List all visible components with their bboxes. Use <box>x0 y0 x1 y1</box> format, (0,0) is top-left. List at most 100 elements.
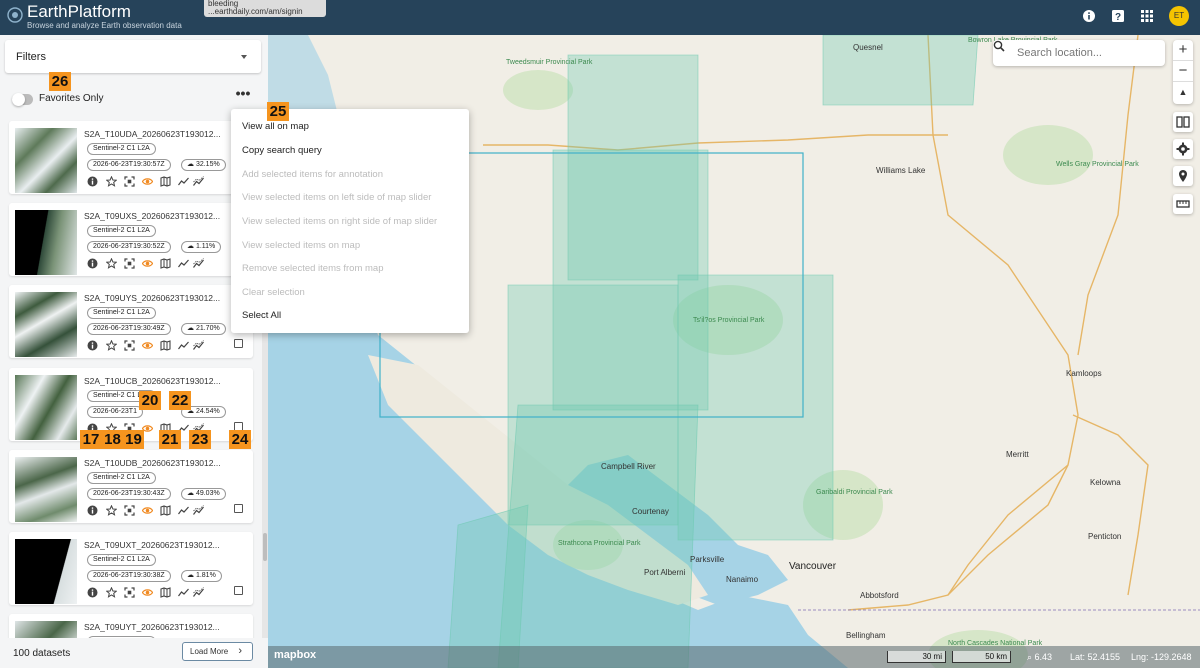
badge-23: 23 <box>189 430 211 449</box>
result-thumbnail[interactable] <box>15 457 77 522</box>
result-card[interactable]: S2A_T09UXT_20260623T193012... Sentinel-2 … <box>9 532 253 605</box>
chart-line-icon[interactable] <box>178 258 189 269</box>
chart-compare-icon[interactable] <box>193 258 204 269</box>
chart-line-icon[interactable] <box>178 340 189 351</box>
result-thumbnail[interactable] <box>15 128 77 193</box>
dataset-count: 100 datasets <box>13 648 71 659</box>
map-icon[interactable] <box>160 340 171 351</box>
star-icon[interactable] <box>106 258 117 269</box>
badge-17: 17 <box>80 430 102 449</box>
settings-button[interactable] <box>1173 139 1193 159</box>
cloud-cover-value: 24.54% <box>195 408 220 415</box>
eye-icon[interactable] <box>142 258 153 269</box>
location-search[interactable] <box>993 40 1165 66</box>
info-icon[interactable] <box>87 258 98 269</box>
menu-item-view-selected-items-on-right-side-of-map-slider: View selected items on right side of map… <box>242 216 438 227</box>
result-thumbnail[interactable] <box>15 539 77 604</box>
result-title: S2A_T09UXT_20260623T193012... <box>84 540 220 550</box>
user-avatar[interactable]: ET <box>1169 6 1189 26</box>
info-icon[interactable] <box>87 176 98 187</box>
latitude-readout: Lat: 52.4155 <box>1070 652 1121 662</box>
scrollbar-thumb[interactable] <box>263 533 267 561</box>
map-icon[interactable] <box>160 587 171 598</box>
result-card[interactable]: S2A_T09UYT_20260623T193012...Sentinel-2 … <box>9 614 253 638</box>
map-label-garibaldi: Garibaldi Provincial Park <box>816 489 893 496</box>
load-more-label: Load More <box>190 647 229 656</box>
apps-grid-icon[interactable] <box>1140 9 1154 23</box>
info-icon[interactable] <box>87 340 98 351</box>
star-icon[interactable] <box>106 176 117 187</box>
map-label-williams-lake: Williams Lake <box>876 166 926 175</box>
measure-button[interactable] <box>1173 194 1193 214</box>
focus-frame-icon[interactable] <box>124 340 135 351</box>
search-location-input[interactable] <box>1017 44 1157 62</box>
result-thumbnail[interactable] <box>15 292 77 357</box>
info-icon[interactable] <box>1082 9 1096 23</box>
sidebar-footer: 100 datasets Load More › <box>0 638 268 668</box>
star-icon[interactable] <box>106 505 117 516</box>
map-label-penticton: Penticton <box>1088 532 1122 541</box>
menu-item-add-selected-items-for-annotation: Add selected items for annotation <box>242 169 384 180</box>
map-icon[interactable] <box>160 258 171 269</box>
eye-icon[interactable] <box>142 340 153 351</box>
chart-line-icon[interactable] <box>178 176 189 187</box>
menu-item-copy-search-query[interactable]: Copy search query <box>242 145 322 156</box>
info-icon[interactable] <box>87 505 98 516</box>
result-thumbnail[interactable] <box>15 621 77 638</box>
focus-frame-icon[interactable] <box>124 176 135 187</box>
info-icon[interactable] <box>87 587 98 598</box>
zoom-out-button[interactable]: − <box>1173 61 1193 82</box>
compass-button[interactable]: ▲ <box>1173 82 1193 103</box>
map-icon[interactable] <box>160 505 171 516</box>
result-card[interactable]: S2A_T10UDB_20260623T193012... Sentinel-2 … <box>9 450 253 523</box>
more-options-button[interactable]: ••• <box>235 86 251 103</box>
map-icon[interactable] <box>160 176 171 187</box>
map-status-bar: mapbox 30 mi 50 km ⌕ 6.43 Lat: 52.4155 L… <box>268 646 1200 668</box>
chart-compare-icon[interactable] <box>193 587 204 598</box>
eye-icon[interactable] <box>142 505 153 516</box>
location-pin-button[interactable] <box>1173 166 1193 186</box>
chart-line-icon[interactable] <box>178 505 189 516</box>
focus-frame-icon[interactable] <box>124 505 135 516</box>
zoom-level-value: 6.43 <box>1034 652 1053 662</box>
result-title: S2A_T10UDB_20260623T193012... <box>84 458 221 468</box>
chart-compare-icon[interactable] <box>193 340 204 351</box>
menu-item-select-all[interactable]: Select All <box>242 310 281 321</box>
focus-frame-icon[interactable] <box>124 587 135 598</box>
badge-19: 19 <box>123 430 144 449</box>
select-checkbox[interactable] <box>234 339 243 348</box>
badge-18: 18 <box>102 430 123 449</box>
filters-dropdown[interactable]: Filters <box>5 40 261 73</box>
chart-compare-icon[interactable] <box>193 176 204 187</box>
result-thumbnail[interactable] <box>15 210 77 275</box>
favorites-toggle[interactable] <box>12 93 33 106</box>
result-card[interactable]: S2A_T09UXS_20260623T193012... Sentinel-2 … <box>9 203 253 276</box>
star-icon[interactable] <box>106 340 117 351</box>
eye-icon[interactable] <box>142 587 153 598</box>
compare-slider-button[interactable] <box>1173 112 1193 132</box>
result-card[interactable]: S2A_T10UDA_20260623T193012... Sentinel-2 … <box>9 121 253 194</box>
zoom-controls: + − ▲ <box>1173 40 1193 104</box>
more-options-menu: View all on map Copy search query Add sele… <box>231 109 469 333</box>
select-checkbox[interactable] <box>234 504 243 513</box>
menu-item-view-all-on-map[interactable]: View all on map <box>242 121 309 132</box>
results-list: S2A_T10UDA_20260623T193012... Sentinel-2 … <box>0 115 262 638</box>
star-icon[interactable] <box>106 587 117 598</box>
help-icon[interactable]: ? <box>1111 9 1125 23</box>
chart-line-icon[interactable] <box>178 587 189 598</box>
select-checkbox[interactable] <box>234 586 243 595</box>
zoom-in-button[interactable]: + <box>1173 40 1193 61</box>
mapbox-logo[interactable]: mapbox <box>274 649 316 661</box>
chart-compare-icon[interactable] <box>193 505 204 516</box>
cloud-cover-chip: ☁ 1.81% <box>181 570 222 582</box>
badge-20: 20 <box>139 391 161 410</box>
load-more-button[interactable]: Load More › <box>182 642 253 661</box>
favorites-label: Favorites Only <box>39 93 104 104</box>
chevron-right-icon: › <box>238 645 242 657</box>
result-thumbnail[interactable] <box>15 375 77 440</box>
result-card[interactable]: S2A_T09UYS_20260623T193012... Sentinel-2 … <box>9 285 253 358</box>
focus-frame-icon[interactable] <box>124 258 135 269</box>
eye-icon[interactable] <box>142 176 153 187</box>
cloud-icon: ☁ <box>187 161 194 168</box>
cloud-cover-chip: ☁ 1.11% <box>181 241 222 253</box>
